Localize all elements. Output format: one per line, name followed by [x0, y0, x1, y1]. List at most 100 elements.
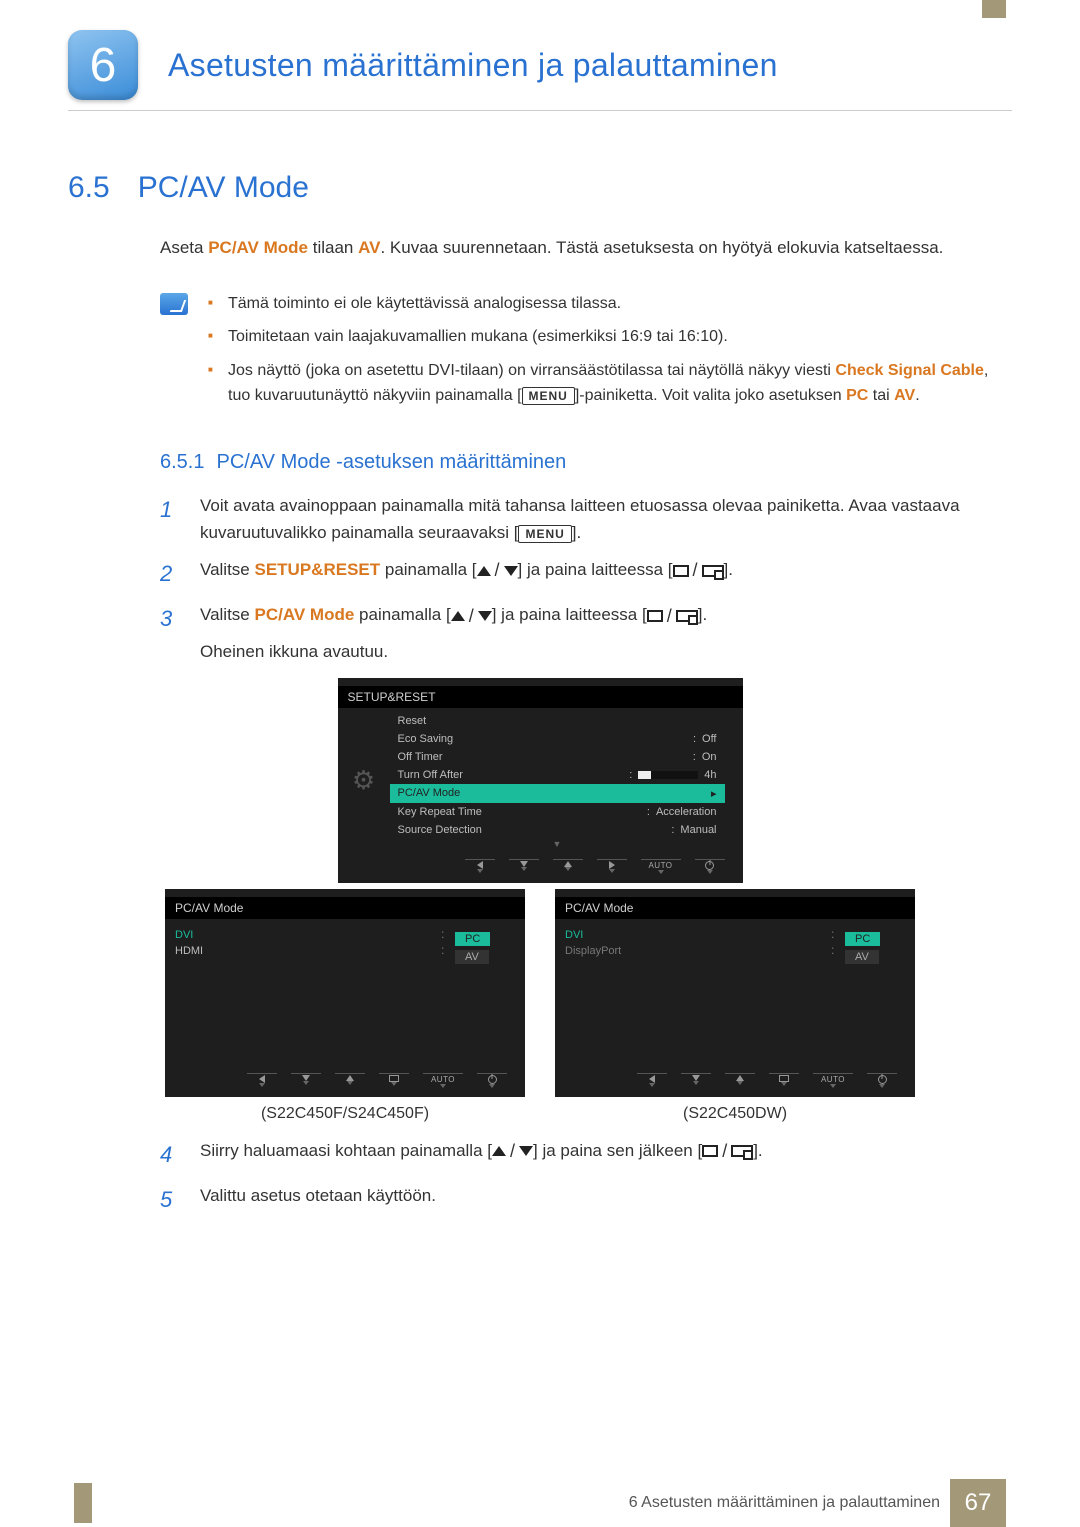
- osd-item-turn-off-after[interactable]: Turn Off After: 4h: [390, 766, 725, 784]
- menu-button-chip: MENU: [518, 525, 571, 543]
- kw-pc: PC: [846, 387, 868, 404]
- note-item: Tämä toiminto ei ole käytettävissä analo…: [208, 291, 1012, 317]
- value: Acceleration: [656, 806, 717, 818]
- page-footer: 6 Asetusten määrittäminen ja palauttamin…: [0, 1479, 1080, 1527]
- note-text: tai: [868, 387, 894, 404]
- gear-icon: ⚙: [338, 712, 390, 849]
- nav-down-icon[interactable]: [681, 1073, 711, 1089]
- note-item: Toimitetaan vain laajakuvamallien mukana…: [208, 324, 1012, 350]
- note-text: ]-painiketta. Voit valita joko asetuksen: [575, 387, 846, 404]
- nav-down-icon[interactable]: [291, 1073, 321, 1089]
- value: Off: [702, 733, 716, 745]
- section-title: PC/AV Mode: [138, 171, 309, 205]
- nav-auto[interactable]: AUTO: [641, 859, 681, 875]
- nav-power-icon[interactable]: [695, 859, 725, 875]
- osd-item-off-timer[interactable]: Off Timer: On: [390, 748, 725, 766]
- nav-right-icon[interactable]: [597, 859, 627, 875]
- text: ].: [572, 523, 581, 542]
- subsection-number: 6.5.1: [160, 451, 204, 474]
- text: ] ja paina laitteessa [: [518, 560, 673, 579]
- nav-up-icon[interactable]: [335, 1073, 365, 1089]
- up-down-icon: /: [451, 602, 492, 631]
- osd-setup-reset: SETUP&RESET ⚙ Reset Eco Saving: Off Off …: [338, 678, 743, 883]
- step-number: 5: [160, 1182, 180, 1217]
- nav-up-icon[interactable]: [725, 1073, 755, 1089]
- kw-setupreset: SETUP&RESET: [255, 560, 381, 579]
- nav-power-icon[interactable]: [477, 1073, 507, 1089]
- nav-left-icon[interactable]: [637, 1073, 667, 1089]
- value: On: [702, 751, 717, 763]
- osd-item-eco-saving[interactable]: Eco Saving: Off: [390, 730, 725, 748]
- intro-paragraph: Aseta PC/AV Mode tilaan AV. Kuvaa suuren…: [160, 235, 1012, 261]
- source-list: DVI: DisplayPort:: [555, 927, 845, 1063]
- text: Siirry haluamaasi kohtaan painamalla [: [200, 1141, 492, 1160]
- option-av[interactable]: AV: [455, 950, 489, 964]
- nav-up-icon[interactable]: [553, 859, 583, 875]
- osd-item-key-repeat[interactable]: Key Repeat Time: Acceleration: [390, 803, 725, 821]
- note-list: Tämä toiminto ei ole käytettävissä analo…: [208, 291, 1012, 417]
- label: PC/AV Mode: [398, 787, 461, 800]
- decor-stripe: [982, 0, 1006, 18]
- source-dvi[interactable]: DVI: [565, 927, 831, 943]
- label: AUTO: [431, 1075, 455, 1084]
- step-2: 2 Valitse SETUP&RESET painamalla [/] ja …: [160, 556, 1012, 591]
- value: Manual: [680, 824, 716, 836]
- osd-item-reset[interactable]: Reset: [390, 712, 725, 730]
- osd-item-pcav-mode[interactable]: PC/AV Mode▸: [390, 784, 725, 803]
- option-av[interactable]: AV: [845, 950, 879, 964]
- note-block: Tämä toiminto ei ole käytettävissä analo…: [160, 291, 1012, 417]
- step-number: 3: [160, 601, 180, 665]
- label: Off Timer: [398, 751, 443, 763]
- source-hdmi[interactable]: HDMI: [175, 943, 441, 959]
- kw-pcavmode: PC/AV Mode: [255, 605, 355, 624]
- osd-nav-bar: AUTO: [338, 853, 743, 881]
- step-5: 5 Valittu asetus otetaan käyttöön.: [160, 1182, 1012, 1217]
- osd-pcav-left: PC/AV Mode DVI: HDMI: PC AV: [165, 889, 525, 1097]
- subsection-title: PC/AV Mode -asetuksen määrittäminen: [216, 451, 566, 474]
- text: Valitse: [200, 605, 255, 624]
- osd-title: PC/AV Mode: [555, 897, 915, 919]
- osd-title: SETUP&RESET: [338, 686, 743, 708]
- step-text: Valitse SETUP&RESET painamalla [/] ja pa…: [200, 556, 1012, 591]
- option-pc[interactable]: PC: [845, 932, 880, 946]
- osd-title: PC/AV Mode: [165, 897, 525, 919]
- step-1: 1 Voit avata avainoppaan painamalla mitä…: [160, 492, 1012, 546]
- section-heading: 6.5 PC/AV Mode: [68, 171, 1012, 205]
- osd-item-source-detection[interactable]: Source Detection: Manual: [390, 821, 725, 839]
- option-pc[interactable]: PC: [455, 932, 490, 946]
- text: painamalla [: [380, 560, 476, 579]
- source-displayport[interactable]: DisplayPort: [565, 943, 831, 959]
- intro-text: tilaan: [308, 238, 358, 257]
- decor-bar: [74, 1483, 92, 1523]
- nav-auto[interactable]: AUTO: [813, 1073, 853, 1089]
- nav-left-icon[interactable]: [247, 1073, 277, 1089]
- label: Reset: [398, 715, 427, 727]
- osd-menu-list: Reset Eco Saving: Off Off Timer: On Turn…: [390, 712, 743, 849]
- steps-list: 1 Voit avata avainoppaan painamalla mitä…: [160, 492, 1012, 666]
- note-text: Jos näyttö (joka on asetettu DVI-tilaan)…: [228, 362, 835, 379]
- chapter-badge: 6: [68, 30, 138, 100]
- label: Turn Off After: [398, 769, 463, 781]
- up-down-icon: /: [477, 556, 518, 585]
- mode-options: PC AV: [455, 927, 525, 1063]
- nav-auto[interactable]: AUTO: [423, 1073, 463, 1089]
- caption-right: (S22C450DW): [555, 1105, 915, 1123]
- note-icon: [160, 293, 188, 315]
- nav-enter-icon[interactable]: [769, 1073, 799, 1089]
- text: Valitse: [200, 560, 255, 579]
- osd-pair: PC/AV Mode DVI: HDMI: PC AV: [68, 889, 1012, 1123]
- page-number: 67: [950, 1479, 1006, 1527]
- kw-check-signal: Check Signal Cable: [835, 362, 984, 379]
- step-number: 2: [160, 556, 180, 591]
- kw-av: AV: [358, 238, 380, 257]
- nav-enter-icon[interactable]: [379, 1073, 409, 1089]
- source-dvi[interactable]: DVI: [175, 927, 441, 943]
- page-header: 6 Asetusten määrittäminen ja palauttamin…: [68, 30, 1012, 111]
- step-text: Valitse PC/AV Mode painamalla [/] ja pai…: [200, 601, 1012, 665]
- nav-power-icon[interactable]: [867, 1073, 897, 1089]
- step-number: 1: [160, 492, 180, 546]
- osd-nav-bar: AUTO: [165, 1067, 525, 1095]
- nav-down-icon[interactable]: [509, 859, 539, 875]
- nav-left-icon[interactable]: [465, 859, 495, 875]
- section-number: 6.5: [68, 171, 110, 205]
